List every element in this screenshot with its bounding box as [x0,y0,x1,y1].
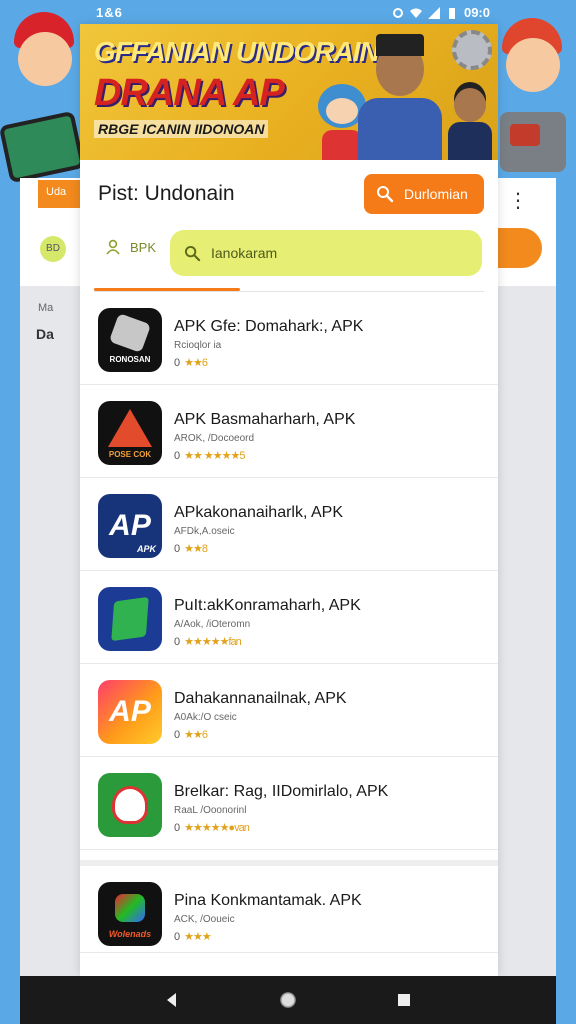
search-field[interactable] [170,230,482,276]
download-icon: 0 [174,542,181,555]
list-item[interactable]: AP APK APkakonanaiharlk, APK AFDk,A.oseic… [80,478,498,571]
background-row-label: Da [36,326,54,342]
tab-apk[interactable]: BPK [104,238,156,256]
star-rating: ★★★ [184,931,212,943]
banner-title: DRANA AP [94,72,285,114]
app-subtitle: ACK, /Ooueic [174,914,235,925]
more-menu-icon[interactable]: ⋮ [508,188,528,213]
app-name: APK Gfe: Domahark:, APK [174,318,364,335]
download-icon: 0 [174,449,181,462]
app-subtitle: AFDk,A.oseic [174,526,235,537]
list-item[interactable]: AP Dahakannanailnak, APK A0Ak:/O cseic 0… [80,664,498,757]
download-icon: 0 [174,821,181,834]
star-rating: ★★6 [184,729,208,741]
app-icon: AP APK [98,494,162,558]
background-badge: BD [40,236,66,262]
star-rating: ★★6 [184,357,208,369]
app-rating: 0 ★★ ★★★★5 [174,449,245,463]
download-icon: 0 [174,930,181,943]
download-icon: 0 [174,356,181,369]
header-row: Pist: Undonain Durlomian [80,160,498,226]
app-name: Dahakannanailnak, APK [174,690,347,707]
wifi-icon [409,8,422,18]
search-input[interactable] [211,245,471,261]
download-icon: 0 [174,635,181,648]
download-button[interactable]: Durlomian [364,174,484,214]
app-subtitle: Rcioqlor ia [174,340,222,351]
promo-banner[interactable]: GFFANIAN UNDORAIN DRANA AP RBGE ICANIN I… [80,24,498,160]
phone-illustration [0,110,86,184]
gear-icon [452,30,492,70]
banner-headline: GFFANIAN UNDORAIN [94,36,380,67]
search-icon [377,186,394,203]
list-item[interactable]: Brelkar: Rag, IIDomirlalo, APK RaaL /Ooo… [80,757,498,850]
app-icon [98,773,162,837]
search-icon [184,245,201,261]
tab-apk-label: BPK [130,239,157,255]
app-icon: POSE COK [98,401,162,465]
recents-icon [398,994,410,1006]
app-icon [98,587,162,651]
background-section-label: Ma [38,302,54,314]
star-rating: ★★8 [184,543,208,555]
list-item[interactable]: Wolenads Pina Konkmantamak. APK ACK, /Oo… [80,860,498,953]
tab-indicator [94,288,240,291]
star-rating: ★★ ★★★★5 [184,450,245,462]
back-icon [167,993,176,1007]
home-icon [280,992,296,1008]
status-icons: 09:0 [392,5,490,20]
app-store-card: GFFANIAN UNDORAIN DRANA AP RBGE ICANIN I… [80,24,498,976]
home-button[interactable] [273,985,303,1015]
star-rating: ★★★★★●van [184,822,250,834]
app-icon: Wolenads [98,882,162,946]
app-subtitle: A/Aok, /iOteromn [174,619,251,630]
app-rating: 0 ★★6 [174,356,208,370]
app-subtitle: A0Ak:/O cseic [174,712,237,723]
list-item[interactable]: POSE COK APK Basmaharharh, APK AROK, /Do… [80,385,498,478]
search-row: BPK [80,226,498,286]
banner-boy-illustration [444,84,496,160]
app-subtitle: RaaL /Ooonorinl [174,805,247,816]
banner-man-illustration [354,32,444,160]
banner-subtitle: RBGE ICANIN IIDONOAN [94,120,269,138]
app-list: RONOSAN APK Gfe: Domahark:, APK Rcioqlor… [80,292,498,953]
star-rating: ★★★★★fan [184,636,242,648]
download-button-label: Durlomian [404,186,468,202]
download-icon: 0 [174,728,181,741]
app-rating: 0 ★★★★★fan [174,635,242,649]
app-rating: 0 ★★★ [174,930,212,944]
app-icon: RONOSAN [98,308,162,372]
app-name: APkakonanaiharlk, APK [174,504,343,521]
back-button[interactable] [157,985,187,1015]
signal-icon [427,6,440,19]
status-bar: 1&6 09:0 [0,0,576,26]
notification-icon [392,7,403,18]
app-name: PuIt:akKonramaharh, APK [174,597,361,614]
status-time: 1&6 [96,5,123,20]
app-subtitle: AROK, /Docoeord [174,433,255,444]
list-item[interactable]: RONOSAN APK Gfe: Domahark:, APK Rcioqlor… [80,292,498,385]
list-item[interactable]: PuIt:akKonramaharh, APK A/Aok, /iOteromn… [80,571,498,664]
battery-icon [448,7,455,19]
status-battery-text: 09:0 [463,5,490,20]
app-rating: 0 ★★★★★●van [174,821,250,835]
app-name: APK Basmaharharh, APK [174,411,356,428]
recents-button[interactable] [389,985,419,1015]
page-title: Pist: Undonain [98,182,235,205]
user-icon [106,239,120,255]
app-rating: 0 ★★8 [174,542,208,556]
app-icon: AP [98,680,162,744]
app-name: Brelkar: Rag, IIDomirlalo, APK [174,783,389,800]
app-name: Pina Konkmantamak. APK [174,892,362,909]
gadget-illustration [500,112,566,172]
app-rating: 0 ★★6 [174,728,208,742]
navigation-bar [20,976,556,1024]
